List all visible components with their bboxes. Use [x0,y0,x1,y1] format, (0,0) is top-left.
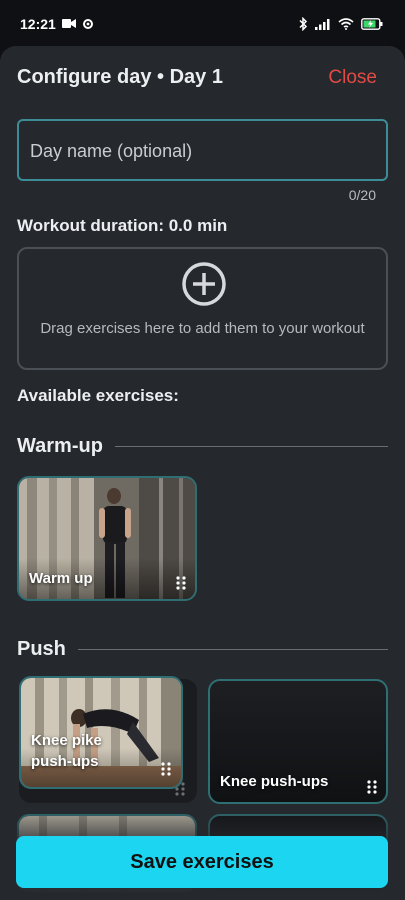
wifi-icon [338,18,354,30]
drag-handle-icon[interactable] [367,780,377,794]
section-title: Warm-up [17,434,103,457]
section-title: Push [17,637,66,660]
close-button[interactable]: Close [328,67,377,89]
cellular-signal-icon [315,19,330,30]
drop-zone-hint: Drag exercises here to add them to your … [40,320,365,337]
exercise-card-label: Knee pike push-ups [31,732,102,770]
drag-handle-icon[interactable] [161,762,171,776]
settings-gear-icon [83,19,93,29]
drag-handle-icon[interactable] [176,576,186,590]
workout-duration: Workout duration: 0.0 min [17,216,228,235]
exercise-card-label: Knee push-ups [220,773,329,790]
exercise-card-label: Warm up [29,570,93,587]
exercise-card-knee-pike-push-ups[interactable]: Knee pike push-ups [19,676,183,789]
day-name-input[interactable]: Day name (optional) [17,119,388,181]
exercise-card-warm-up[interactable]: Warm up [17,476,197,601]
section-divider [77,648,388,650]
exercise-card-knee-push-ups[interactable]: Knee push-ups [208,679,388,804]
save-exercises-button[interactable]: Save exercises [16,836,388,888]
character-counter: 0/20 [348,187,376,203]
page-title: Configure day • Day 1 [17,66,223,88]
section-divider [114,445,388,447]
available-exercises-label: Available exercises: [17,386,179,405]
bluetooth-icon [299,17,308,31]
section-header-warm-up: Warm-up [17,433,388,459]
battery-charging-icon [361,18,383,30]
configure-day-sheet: Configure day • Day 1 Close Day name (op… [0,46,405,900]
status-bar: 12:21 [0,0,405,46]
day-name-placeholder: Day name (optional) [30,141,193,161]
status-time: 12:21 [20,16,56,32]
add-circle-icon [182,262,226,306]
exercise-drop-zone[interactable]: Drag exercises here to add them to your … [17,247,388,370]
section-header-push: Push [17,636,388,662]
video-camera-icon [62,19,76,28]
